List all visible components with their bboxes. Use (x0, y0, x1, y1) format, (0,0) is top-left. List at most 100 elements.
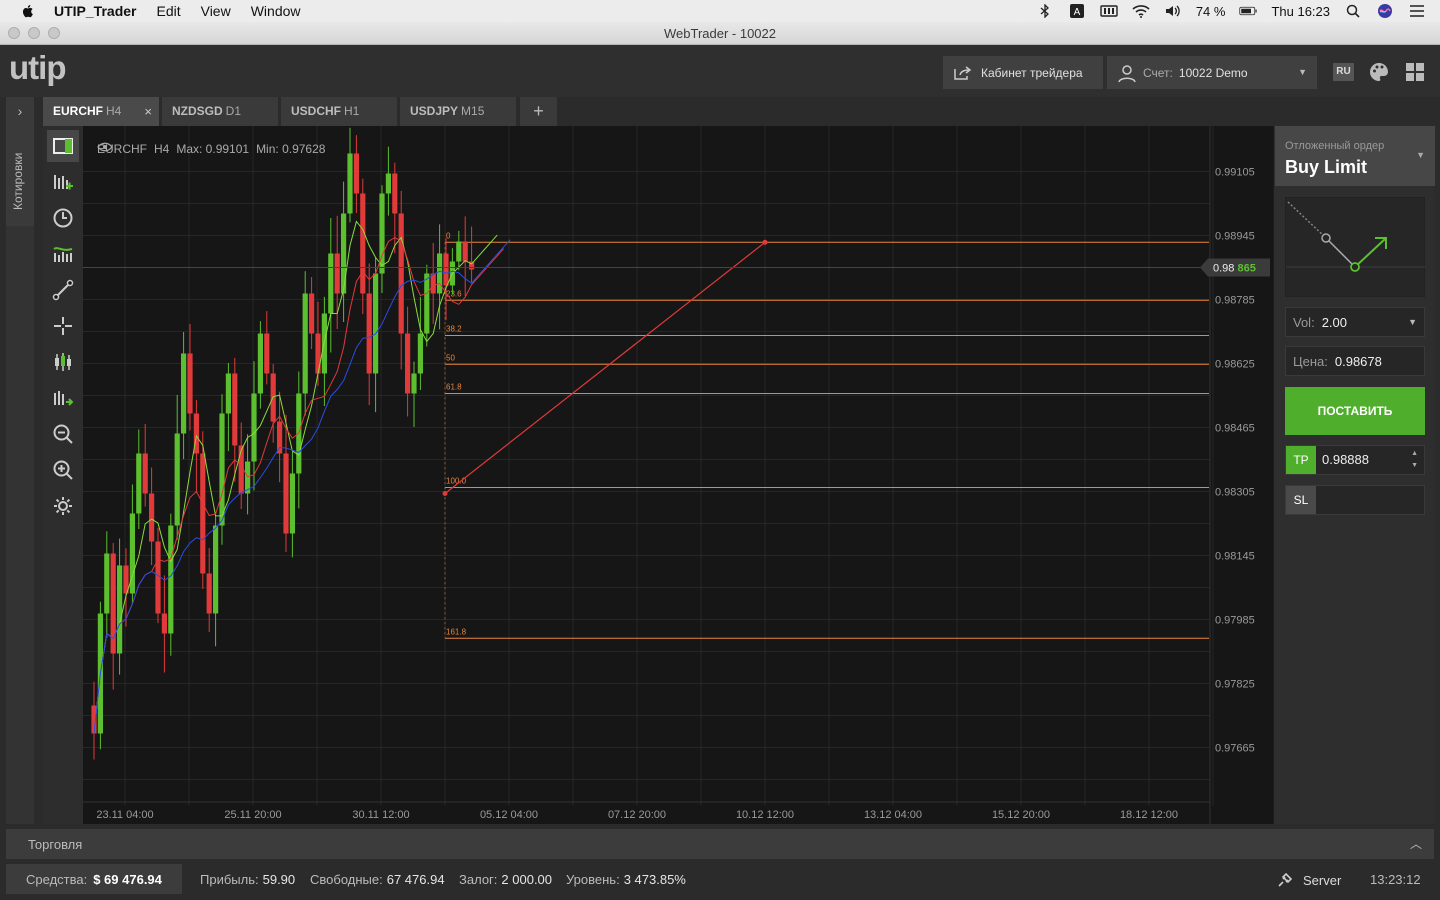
y-tick-label: 0.99105 (1215, 167, 1255, 179)
window-title: WebTrader - 10022 (663, 26, 776, 41)
chart-max: Max: 0.99101 (176, 142, 250, 156)
candles-icon (55, 353, 71, 371)
candle-body (405, 333, 411, 394)
order-type-selector[interactable]: Отложенный ордер Buy Limit ▼ (1275, 126, 1435, 186)
trendline-tool[interactable] (47, 274, 79, 306)
tab-timeframe: D1 (225, 104, 242, 118)
trend-line-handle (442, 491, 448, 496)
zoom-out-icon (53, 424, 73, 444)
candle-body (200, 453, 206, 574)
expand-sidebar-button[interactable]: › (6, 97, 34, 126)
y-tick-label: 0.98945 (1215, 231, 1255, 243)
wifi-icon[interactable] (1132, 4, 1150, 18)
battery-icon[interactable] (1239, 4, 1258, 18)
siri-icon[interactable] (1376, 4, 1394, 18)
take-profit-field[interactable]: TP 0.98888 ▲ ▼ (1285, 445, 1425, 475)
tab-timeframe: H1 (344, 104, 360, 118)
language-button[interactable]: RU (1333, 63, 1354, 81)
x-tick-label: 25.11 20:00 (224, 809, 281, 821)
candle-body (174, 433, 180, 526)
crosshair-tool[interactable] (47, 310, 79, 342)
chart-canvas[interactable]: 0.991050.989450.987850.986250.984650.983… (83, 126, 1273, 824)
chart-min: Min: 0.97628 (256, 142, 326, 156)
candle-body (289, 473, 295, 534)
add-tab-button[interactable]: + (520, 97, 557, 126)
server-status[interactable]: Server (1277, 872, 1341, 888)
chart-settings-tool[interactable] (47, 490, 79, 522)
trading-panel-toggle[interactable]: Торговля ︿ (6, 829, 1434, 859)
window-zoom-button[interactable] (48, 27, 60, 39)
candle-body (328, 253, 334, 314)
candle-body (430, 273, 436, 294)
menubar-clock[interactable]: Thu 16:23 (1271, 4, 1330, 19)
volume-select[interactable]: Vol: 2.00 ▼ (1285, 307, 1425, 337)
notification-center-icon[interactable] (1408, 4, 1426, 18)
zoom-out-tool[interactable] (47, 418, 79, 450)
x-tick-label: 05.12 04:00 (480, 809, 538, 821)
y-tick-label: 0.98465 (1215, 423, 1255, 435)
tab-timeframe: M15 (461, 104, 485, 118)
menu-edit[interactable]: Edit (156, 3, 180, 19)
tab-nzdsgd[interactable]: NZDSGD D1 (162, 97, 279, 126)
price-input[interactable]: Цена: 0.98678 (1285, 346, 1425, 376)
price-chart[interactable]: 0.99105 0.98945 0.98785 0.98625 0.98465 0.983… (83, 126, 1273, 824)
spotlight-search-icon[interactable] (1344, 4, 1362, 18)
free-label: Свободные: (310, 872, 383, 887)
window-minimize-button[interactable] (28, 27, 40, 39)
candle-body (136, 453, 142, 514)
quotes-toggle[interactable]: Котировки (6, 126, 34, 226)
stop-loss-field[interactable]: SL (1285, 485, 1425, 515)
bluetooth-icon[interactable] (1036, 4, 1054, 18)
tp-value: 0.98888 (1322, 452, 1369, 467)
buy-limit-diagram-icon (1286, 201, 1426, 272)
tab-usdjpy[interactable]: USDJPY M15 (400, 97, 517, 126)
apple-icon[interactable] (20, 3, 36, 19)
chevron-down-icon: ▼ (1298, 67, 1307, 77)
trader-cabinet-button[interactable]: Кабинет трейдера (943, 56, 1103, 89)
candles-tool[interactable] (47, 346, 79, 378)
close-icon[interactable]: × (144, 97, 152, 126)
tp-toggle[interactable]: TP (1286, 446, 1316, 474)
palette-icon[interactable] (1368, 61, 1390, 83)
account-selector[interactable]: Счет: 10022 Demo ▼ (1107, 56, 1317, 89)
candle-body (315, 333, 321, 374)
window-close-button[interactable] (8, 27, 20, 39)
layout-grid-icon[interactable] (1404, 61, 1426, 83)
place-order-button[interactable]: ПОСТАВИТЬ (1285, 387, 1425, 435)
profit-value: 59.90 (262, 872, 296, 887)
menu-app[interactable]: UTIP_Trader (54, 3, 136, 19)
eye-icon[interactable] (97, 142, 113, 152)
chart-window-tool[interactable] (47, 130, 79, 162)
trend-line-handle (762, 239, 768, 245)
candle-body (264, 333, 270, 374)
add-indicator-tool[interactable] (47, 166, 79, 198)
candle-body (181, 353, 187, 434)
candle-body (283, 453, 289, 534)
margin-label: Залог: (459, 872, 498, 887)
menu-view[interactable]: View (201, 3, 231, 19)
y-tick-label: 0.97665 (1215, 743, 1255, 755)
margin-value: 2 000.00 (501, 872, 553, 887)
candle-body (168, 525, 174, 634)
trend-line (444, 241, 766, 494)
stepper-arrows-icon[interactable]: ▲ ▼ (1411, 448, 1418, 472)
chart-type-tool[interactable] (47, 238, 79, 270)
server-time: 13:23:12 (1370, 872, 1421, 887)
chart-timeframe: H4 (154, 142, 170, 156)
timeframe-tool[interactable] (47, 202, 79, 234)
memory-icon[interactable] (1100, 4, 1118, 18)
candle-body (149, 493, 155, 542)
volume-icon[interactable] (1164, 4, 1182, 18)
tab-usdchf[interactable]: USDCHF H1 (281, 97, 398, 126)
candle-body (155, 541, 161, 614)
y-tick-label: 0.98625 (1215, 359, 1255, 371)
tab-eurchf[interactable]: EURCHF H4 × (43, 97, 160, 126)
keyboard-layout-icon[interactable]: A (1068, 4, 1086, 18)
shift-chart-tool[interactable] (47, 382, 79, 414)
zoom-in-tool[interactable] (47, 454, 79, 486)
menu-window[interactable]: Window (251, 3, 301, 19)
account-label: Счет: (1143, 65, 1173, 80)
fib-level-label: 0 (446, 231, 451, 240)
sl-toggle[interactable]: SL (1286, 486, 1316, 514)
bars-plus-icon (54, 175, 73, 190)
